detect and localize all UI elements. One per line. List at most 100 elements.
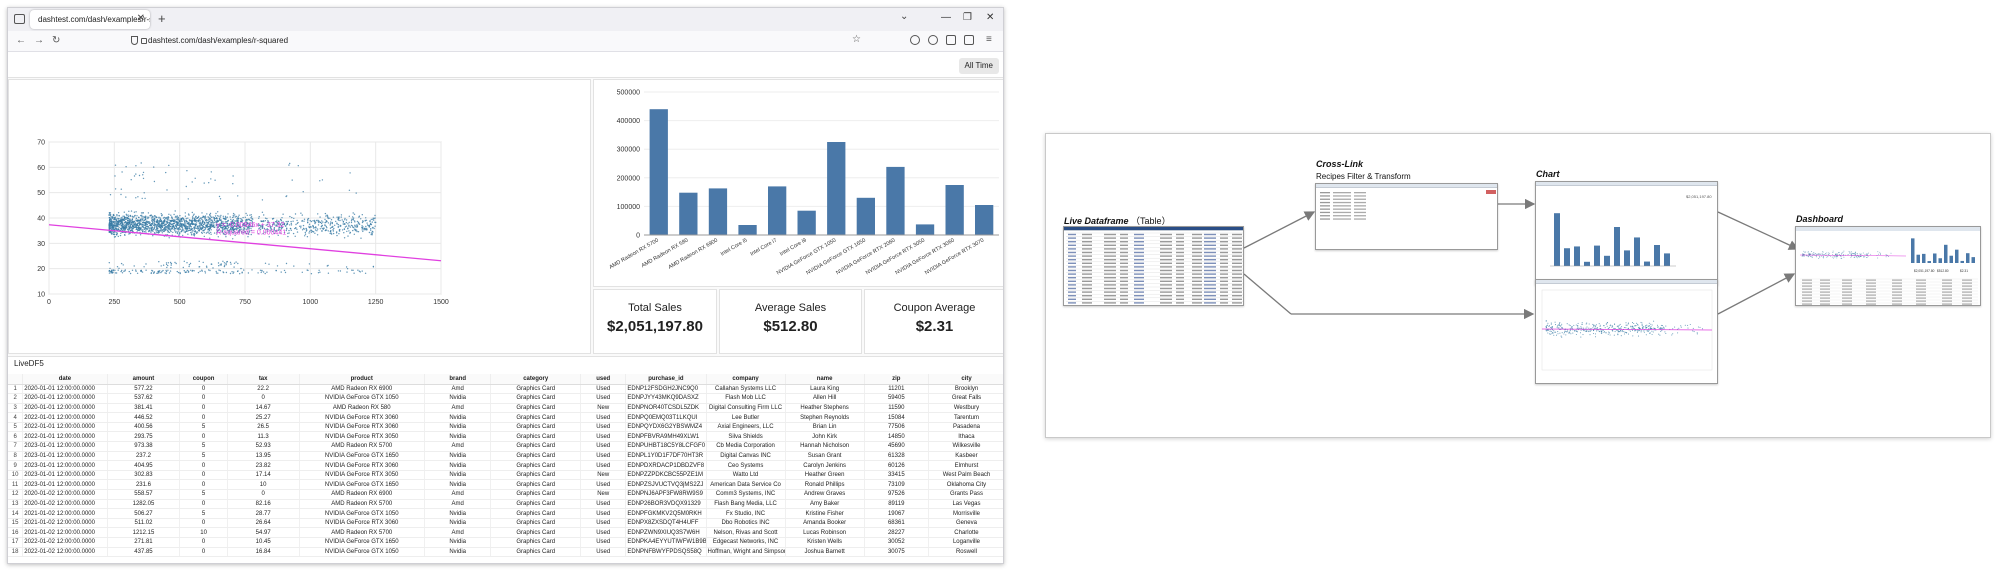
- browser-tab[interactable]: dashtest.com/dash/examples/r-sq... ✕: [30, 10, 150, 29]
- table-cell[interactable]: Nvidia: [424, 470, 492, 481]
- table-cell[interactable]: Graphics Card: [490, 499, 582, 510]
- table-cell[interactable]: EDNPFBVRA9MH49XLW1: [625, 431, 707, 443]
- table-cell[interactable]: 14.67: [227, 403, 300, 414]
- table-cell[interactable]: AMD Radeon RX 5700: [299, 527, 425, 538]
- table-cell[interactable]: 0: [179, 499, 228, 510]
- table-cell[interactable]: 1: [8, 384, 24, 395]
- table-cell[interactable]: EDNPFGKMKV2Q5M0RKH: [625, 508, 707, 519]
- table-row[interactable]: 2 2020-01-01 12:00:00.0000 537.62 0 0 NVIDIA …: [8, 393, 1003, 404]
- table-row[interactable]: 8 2023-01-01 12:00:00.0000 237.2 5 13.95 NVID…: [8, 451, 1003, 462]
- table-cell[interactable]: Amanda Booker: [785, 518, 865, 529]
- table-cell[interactable]: EDNPQYDX6G2YBSWMZ4: [625, 422, 707, 433]
- table-cell[interactable]: 16: [8, 527, 24, 538]
- table-cell[interactable]: 237.2: [107, 451, 181, 462]
- table-cell[interactable]: Geneva: [928, 518, 1003, 529]
- table-cell[interactable]: 2: [8, 393, 24, 404]
- table-cell[interactable]: Westbury: [928, 403, 1003, 414]
- table-cell[interactable]: Graphics Card: [490, 470, 582, 481]
- table-cell[interactable]: 2022-01-02 12:00:00.0000: [22, 547, 108, 558]
- table-cell[interactable]: NVIDIA GeForce GTX 1650: [299, 451, 425, 462]
- column-header[interactable]: zip: [864, 374, 929, 385]
- table-cell[interactable]: Heather Stephens: [785, 403, 865, 414]
- table-cell[interactable]: Graphics Card: [490, 403, 582, 414]
- table-cell[interactable]: 14: [8, 508, 24, 519]
- table-cell[interactable]: EDNPUHBT18C5Y8LCFGF0: [625, 441, 707, 452]
- table-cell[interactable]: 2021-01-02 12:00:00.0000: [22, 508, 108, 519]
- table-cell[interactable]: AMD Radeon RX 5700: [299, 499, 425, 510]
- table-cell[interactable]: 28.77: [227, 508, 300, 519]
- table-cell[interactable]: Digital Canvas INC: [706, 451, 786, 462]
- table-cell[interactable]: 19067: [864, 508, 929, 519]
- table-cell[interactable]: EDNPNJ6APF3FW8RW9S9: [625, 489, 707, 500]
- table-cell[interactable]: EDNPNFBWYFPDSQS58Q: [625, 547, 707, 558]
- table-cell[interactable]: Graphics Card: [490, 527, 582, 538]
- table-cell[interactable]: 2022-01-01 12:00:00.0000: [22, 412, 108, 423]
- table-cell[interactable]: Brooklyn: [928, 384, 1003, 395]
- table-cell[interactable]: 17.14: [227, 470, 300, 481]
- account-icon[interactable]: [928, 35, 938, 45]
- table-cell[interactable]: 2020-01-01 12:00:00.0000: [22, 393, 108, 404]
- table-cell[interactable]: Digital Consulting Firm LLC: [706, 403, 786, 414]
- table-cell[interactable]: EDNP26BOR3VDQX91329: [625, 499, 707, 510]
- close-window-icon[interactable]: ✕: [986, 12, 994, 23]
- table-cell[interactable]: Heather Green: [785, 470, 865, 481]
- table-cell[interactable]: 11: [8, 479, 24, 491]
- table-cell[interactable]: Elmhurst: [928, 460, 1003, 471]
- table-cell[interactable]: Great Falls: [928, 393, 1003, 404]
- table-row[interactable]: 4 2022-01-01 12:00:00.0000 446.52 0 25.27 NVI…: [8, 412, 1003, 423]
- column-header[interactable]: purchase_id: [625, 374, 707, 385]
- table-row[interactable]: 14 2021-01-02 12:00:00.0000 506.27 5 28.77 NV…: [8, 508, 1003, 519]
- table-cell[interactable]: 82.16: [227, 499, 300, 510]
- table-cell[interactable]: 45690: [864, 441, 929, 452]
- table-cell[interactable]: NVIDIA GeForce GTX 1050: [299, 508, 425, 519]
- table-cell[interactable]: West Palm Beach: [928, 470, 1003, 481]
- table-cell[interactable]: 577.22: [107, 384, 181, 395]
- table-cell[interactable]: Graphics Card: [490, 479, 582, 491]
- table-cell[interactable]: NVIDIA GeForce GTX 1650: [299, 537, 425, 548]
- table-cell[interactable]: Joshua Barnett: [785, 547, 865, 558]
- table-cell[interactable]: 22.2: [227, 384, 300, 395]
- table-cell[interactable]: 506.27: [107, 508, 181, 519]
- table-cell[interactable]: Graphics Card: [490, 384, 582, 395]
- table-cell[interactable]: Laura King: [785, 384, 865, 395]
- table-cell[interactable]: EDNPNOR40TCSDL5ZDK: [625, 403, 707, 414]
- table-cell[interactable]: 26.5: [227, 422, 300, 433]
- table-cell[interactable]: 12: [8, 489, 24, 500]
- table-cell[interactable]: Oklahoma City: [928, 479, 1003, 491]
- table-cell[interactable]: Used: [580, 537, 627, 548]
- address-bar[interactable]: dashtest.com/dash/examples/r-squared: [148, 36, 288, 45]
- table-cell[interactable]: Charlotte: [928, 527, 1003, 538]
- table-cell[interactable]: 10: [227, 479, 300, 491]
- table-cell[interactable]: 25.27: [227, 412, 300, 423]
- table-cell[interactable]: Used: [580, 460, 627, 471]
- table-cell[interactable]: Amd: [424, 499, 492, 510]
- table-cell[interactable]: Andrew Graves: [785, 489, 865, 500]
- table-row[interactable]: 18 2022-01-02 12:00:00.0000 437.85 0 16.84 NV…: [8, 547, 1003, 558]
- table-row[interactable]: 11 2023-01-01 12:00:00.0000 231.6 0 10 NVIDIA…: [8, 479, 1003, 491]
- table-cell[interactable]: Used: [580, 499, 627, 510]
- back-icon[interactable]: ←: [16, 35, 26, 46]
- pocket-icon[interactable]: [910, 35, 920, 45]
- table-cell[interactable]: Carolyn Jenkins: [785, 460, 865, 471]
- table-cell[interactable]: AMD Radeon RX 580: [299, 403, 425, 414]
- table-cell[interactable]: Nvidia: [424, 431, 492, 443]
- column-header[interactable]: name: [785, 374, 865, 385]
- table-cell[interactable]: 59405: [864, 393, 929, 404]
- table-cell[interactable]: 0: [179, 518, 228, 529]
- table-cell[interactable]: Nelson, Rivas and Scott: [706, 527, 786, 538]
- table-cell[interactable]: 0: [179, 393, 228, 404]
- table-cell[interactable]: Kasbeer: [928, 451, 1003, 462]
- table-cell[interactable]: Graphics Card: [490, 537, 582, 548]
- table-cell[interactable]: 13.95: [227, 451, 300, 462]
- table-cell[interactable]: American Data Service Co: [706, 479, 786, 491]
- table-cell[interactable]: John Kirk: [785, 431, 865, 443]
- table-row[interactable]: 10 2023-01-01 12:00:00.0000 302.83 0 17.14 NV…: [8, 470, 1003, 481]
- table-cell[interactable]: 302.83: [107, 470, 181, 481]
- table-cell[interactable]: 0: [227, 489, 300, 500]
- table-cell[interactable]: Ithaca: [928, 431, 1003, 443]
- table-cell[interactable]: Allen Hill: [785, 393, 865, 404]
- table-cell[interactable]: Used: [580, 441, 627, 452]
- table-row[interactable]: 5 2022-01-01 12:00:00.0000 400.56 5 26.5 NVID…: [8, 422, 1003, 433]
- table-cell[interactable]: EDNPL1Y0D1F7DF70HT3R: [625, 451, 707, 462]
- table-cell[interactable]: Amd: [424, 441, 492, 452]
